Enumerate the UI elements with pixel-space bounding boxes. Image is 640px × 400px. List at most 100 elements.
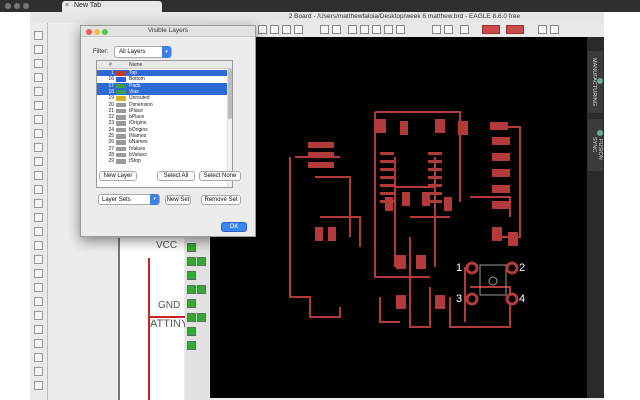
mirror-icon[interactable] bbox=[34, 115, 43, 124]
ratsnest-icon[interactable] bbox=[34, 381, 43, 390]
layer-tool-icon[interactable] bbox=[187, 313, 196, 322]
board-icon[interactable] bbox=[270, 25, 279, 34]
mark-icon[interactable] bbox=[34, 73, 43, 82]
zoom-out-icon[interactable] bbox=[372, 25, 381, 34]
layer-color-swatch bbox=[116, 121, 126, 126]
pcb-drawing bbox=[289, 111, 521, 328]
manufacturing-tab-label: MANUFACTURING bbox=[591, 58, 597, 106]
zoom-fit-icon[interactable] bbox=[348, 25, 357, 34]
fusion-sync-tab[interactable]: FUSION SYNC bbox=[588, 119, 603, 171]
select-none-button[interactable]: Select None bbox=[199, 171, 241, 181]
fusion-sync-tab-label: FUSION SYNC bbox=[591, 137, 603, 160]
new-layer-button[interactable]: New Layer bbox=[99, 171, 137, 181]
copy-icon[interactable] bbox=[34, 101, 43, 110]
name-icon[interactable] bbox=[34, 213, 43, 222]
script-icon[interactable] bbox=[282, 25, 291, 34]
select-all-button[interactable]: Select All bbox=[157, 171, 195, 181]
layer-tool-icon[interactable] bbox=[187, 271, 196, 280]
close-window-icon[interactable] bbox=[5, 3, 11, 9]
zoom-window-icon[interactable] bbox=[23, 3, 29, 9]
help-icon[interactable] bbox=[460, 25, 469, 34]
layer-color-swatch bbox=[116, 77, 126, 82]
layer-color-swatch bbox=[116, 115, 126, 120]
dialog-zoom-icon[interactable] bbox=[102, 29, 108, 35]
layer-tool-icon[interactable] bbox=[187, 299, 196, 308]
wire-icon[interactable] bbox=[34, 269, 43, 278]
tab-close-icon[interactable]: × bbox=[65, 2, 69, 9]
layer-tool-icon[interactable] bbox=[197, 313, 206, 322]
layer-color-swatch bbox=[116, 152, 126, 158]
rect-icon[interactable] bbox=[34, 325, 43, 334]
split-icon[interactable] bbox=[34, 255, 43, 264]
layer-sets-select[interactable]: Layer Sets ▾ bbox=[98, 194, 160, 205]
run-icon[interactable] bbox=[294, 25, 303, 34]
info-icon[interactable] bbox=[34, 31, 43, 40]
manufacturing-tab[interactable]: MANUFACTURING bbox=[588, 51, 603, 113]
change-icon[interactable] bbox=[34, 157, 43, 166]
move-icon[interactable] bbox=[34, 87, 43, 96]
value-icon[interactable] bbox=[34, 227, 43, 236]
browser-tab[interactable]: × New Tab bbox=[62, 1, 162, 12]
display-icon[interactable] bbox=[34, 59, 43, 68]
layer-color-swatch bbox=[116, 108, 126, 114]
redraw-icon[interactable] bbox=[396, 25, 405, 34]
scrollbar-thumb[interactable] bbox=[228, 69, 232, 119]
filter-label: Filter: bbox=[93, 49, 108, 55]
layer-tool-icon[interactable] bbox=[187, 285, 196, 294]
drc-icon[interactable] bbox=[482, 25, 500, 34]
group-icon[interactable] bbox=[34, 143, 43, 152]
remove-set-button[interactable]: Remove Set bbox=[201, 195, 241, 205]
layer-list[interactable]: # Name 1 Top 16 Bottom 17 Pads 18 Vias 19 Unroute… bbox=[96, 60, 233, 188]
erc-icon[interactable] bbox=[506, 25, 524, 34]
layer-list-scrollbar[interactable] bbox=[227, 69, 232, 187]
layer-tool-icon[interactable] bbox=[197, 257, 206, 266]
filter-select[interactable]: All Layers ▾ bbox=[114, 46, 172, 58]
new-set-button[interactable]: New Set bbox=[165, 195, 191, 205]
stop-icon[interactable] bbox=[432, 25, 441, 34]
text-icon[interactable] bbox=[34, 283, 43, 292]
arc-icon[interactable] bbox=[34, 311, 43, 320]
polygon-icon[interactable] bbox=[34, 339, 43, 348]
layer-tool-icon[interactable] bbox=[197, 285, 206, 294]
chevron-updown-icon: ▾ bbox=[162, 46, 171, 58]
zoom-in-icon[interactable] bbox=[360, 25, 369, 34]
zoom-select-icon[interactable] bbox=[384, 25, 393, 34]
cam-icon[interactable] bbox=[258, 25, 267, 34]
ok-button[interactable]: OK bbox=[221, 222, 247, 232]
main-toolbar bbox=[210, 23, 604, 37]
pad-label-4: 4 bbox=[519, 293, 526, 305]
switch-outline bbox=[479, 264, 507, 296]
layer-color-swatch bbox=[116, 127, 126, 133]
smash-icon[interactable] bbox=[34, 241, 43, 250]
undo-icon[interactable] bbox=[320, 25, 329, 34]
layer-tool-icon[interactable] bbox=[187, 257, 196, 266]
layer-row[interactable]: 29 tStop bbox=[97, 158, 232, 164]
ripup-icon[interactable] bbox=[34, 367, 43, 376]
delete-icon[interactable] bbox=[34, 185, 43, 194]
circle-icon[interactable] bbox=[34, 297, 43, 306]
route-icon[interactable] bbox=[34, 353, 43, 362]
fusion-icon[interactable] bbox=[538, 25, 547, 34]
show-icon[interactable] bbox=[34, 45, 43, 54]
dialog-minimize-icon[interactable] bbox=[94, 29, 100, 35]
add-icon[interactable] bbox=[34, 199, 43, 208]
schematic-panel: VCC GND ATTINY bbox=[118, 238, 188, 400]
manufacturing-icon bbox=[597, 77, 603, 84]
redo-icon[interactable] bbox=[332, 25, 341, 34]
settings-icon[interactable] bbox=[550, 25, 559, 34]
rotate-icon[interactable] bbox=[34, 129, 43, 138]
layer-tool-icon[interactable] bbox=[187, 341, 196, 350]
layer-sets-value: Layer Sets bbox=[102, 197, 131, 203]
layer-color-swatch bbox=[116, 96, 126, 101]
dialog-close-icon[interactable] bbox=[86, 29, 92, 35]
schematic-net-line bbox=[148, 258, 150, 400]
layer-tool-icon[interactable] bbox=[187, 327, 196, 336]
header-number: # bbox=[109, 62, 112, 68]
paste-icon[interactable] bbox=[34, 171, 43, 180]
minimize-window-icon[interactable] bbox=[14, 3, 20, 9]
layer-tool-icon[interactable] bbox=[187, 243, 196, 252]
visible-layers-dialog: Visible Layers Filter: All Layers ▾ # Na… bbox=[80, 25, 256, 237]
go-icon[interactable] bbox=[444, 25, 453, 34]
board-canvas[interactable]: 1 2 3 4 bbox=[210, 37, 602, 398]
window-title: 2 Board - /Users/matthewfaloia/Desktop/w… bbox=[30, 12, 604, 23]
